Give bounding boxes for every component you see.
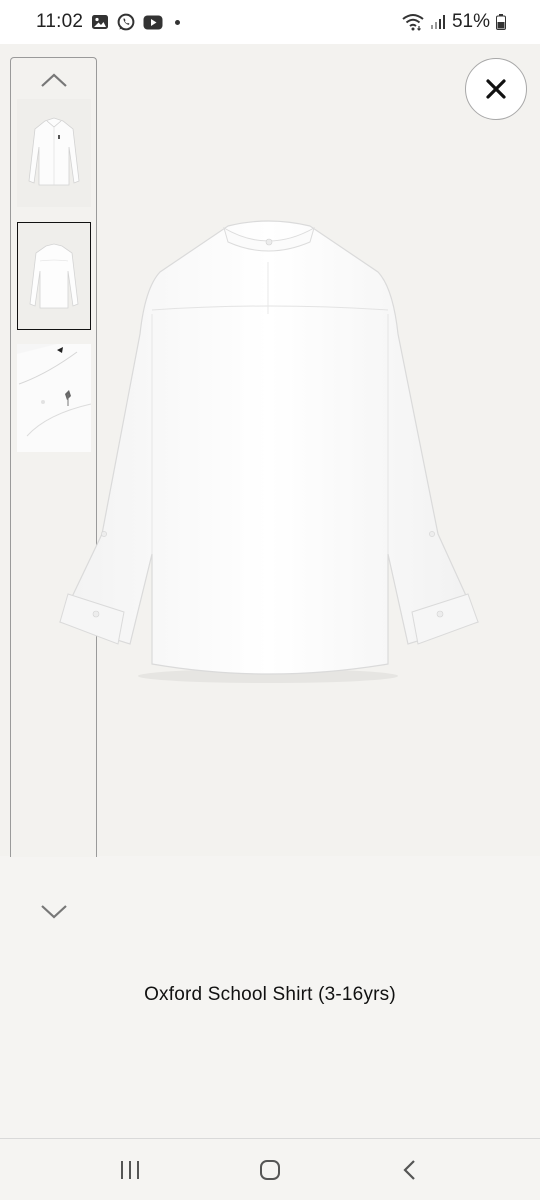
shirt-front-thumbnail-image — [28, 117, 80, 186]
battery-percentage: 51% — [451, 11, 490, 32]
close-icon — [486, 79, 506, 99]
whatsapp-icon — [117, 13, 135, 31]
signal-icon — [430, 14, 446, 30]
more-notifications-dot — [175, 19, 181, 25]
close-button[interactable] — [465, 58, 527, 120]
recent-apps-button[interactable] — [105, 1150, 155, 1190]
home-icon — [260, 1159, 280, 1180]
product-image-viewer[interactable] — [0, 44, 540, 857]
shirt-back-image — [59, 220, 479, 683]
home-button[interactable] — [245, 1150, 295, 1190]
gallery-icon — [91, 14, 109, 30]
chevron-up-icon — [41, 73, 67, 87]
youtube-icon — [143, 15, 163, 30]
scroll-down-button[interactable] — [36, 898, 72, 926]
scroll-up-button[interactable] — [38, 68, 70, 92]
status-time: 11:02 — [36, 11, 84, 32]
battery-icon — [496, 14, 506, 30]
recent-apps-icon — [121, 1160, 139, 1179]
wifi-icon — [402, 13, 424, 31]
system-navigation-bar — [0, 1138, 540, 1200]
chevron-down-icon — [41, 905, 67, 919]
product-main-image — [48, 214, 488, 684]
product-title: Oxford School Shirt (3-16yrs) — [144, 984, 396, 1005]
status-bar: 11:02 51% — [0, 0, 540, 44]
status-right: 51% — [402, 11, 506, 33]
back-icon — [403, 1159, 415, 1180]
back-button[interactable] — [385, 1150, 435, 1190]
thumbnail-front-view[interactable] — [17, 99, 91, 207]
status-left: 11:02 — [36, 11, 181, 33]
